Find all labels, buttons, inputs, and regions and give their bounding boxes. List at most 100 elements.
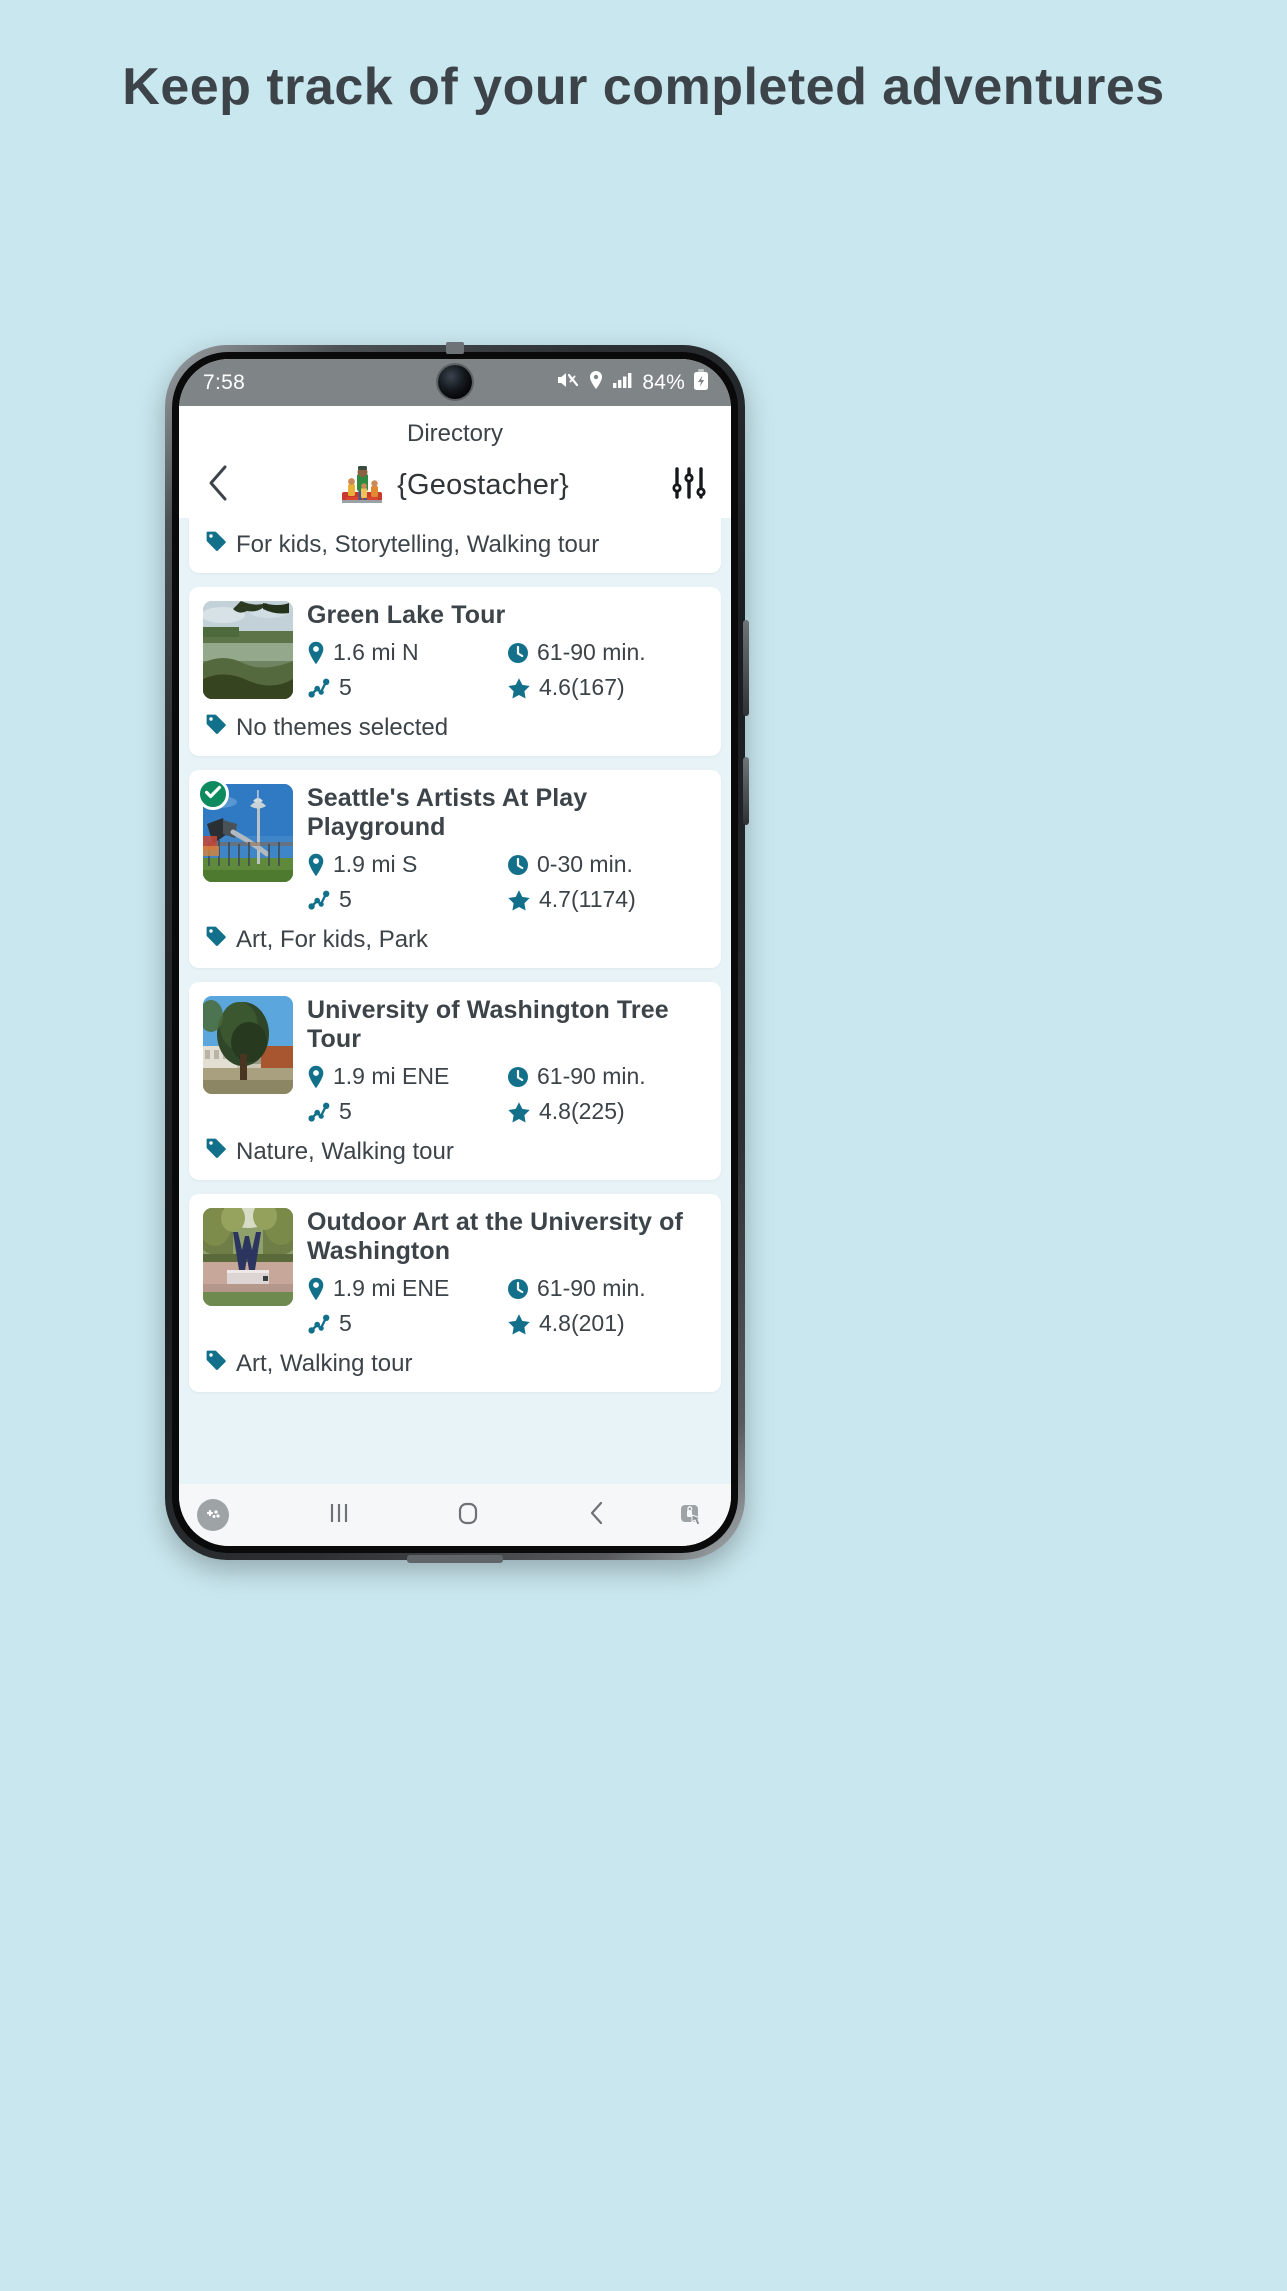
list-item-partial[interactable]: For kids, Storytelling, Walking tour	[189, 518, 721, 573]
map-pin-icon	[307, 853, 325, 877]
table-row[interactable]: Green Lake Tour 1.6 mi N 61-90 min. 5 4.…	[189, 587, 721, 756]
duration-text: 61-90 min.	[537, 1275, 646, 1301]
themes-text: For kids, Storytelling, Walking tour	[236, 530, 600, 558]
page-root: Keep track of your completed adventures …	[0, 0, 1287, 2291]
stops-text: 5	[339, 1098, 352, 1124]
app-title: {Geostacher}	[397, 468, 569, 501]
stops-meta: 5	[307, 1310, 507, 1337]
table-row[interactable]: Outdoor Art at the University of Washing…	[189, 1194, 721, 1392]
thumbnail-wrap	[197, 778, 293, 913]
location-icon	[588, 370, 604, 395]
recents-icon[interactable]	[322, 1496, 356, 1535]
tag-icon	[205, 925, 227, 954]
thumbnail-wrap	[203, 601, 293, 701]
star-icon	[507, 677, 531, 699]
status-icons: 84%	[556, 369, 709, 396]
thumbnail-wrap	[203, 996, 293, 1125]
themes-text: Art, Walking tour	[236, 1349, 413, 1377]
distance-text: 1.6 mi N	[333, 639, 419, 665]
list-item-title: University of Washington Tree Tour	[307, 996, 669, 1053]
rating-text: 4.7(1174)	[539, 886, 636, 912]
green-lake-photo	[203, 601, 293, 699]
table-row[interactable]: University of Washington Tree Tour 1.9 m…	[189, 982, 721, 1180]
duration-text: 61-90 min.	[537, 1063, 646, 1089]
map-pin-icon	[307, 1277, 325, 1301]
app-identity: {Geostacher}	[241, 464, 667, 506]
mute-icon	[556, 370, 580, 395]
distance-meta: 1.9 mi S	[307, 851, 507, 878]
rating-meta: 4.8(225)	[507, 1098, 707, 1125]
rating-meta: 4.7(1174)	[507, 886, 707, 913]
list-item-body: University of Washington Tree Tour 1.9 m…	[189, 982, 721, 1125]
completed-badge	[197, 778, 229, 810]
clock-icon	[507, 854, 529, 876]
list-item-main: University of Washington Tree Tour 1.9 m…	[307, 996, 707, 1125]
meta-grid: 1.9 mi ENE 61-90 min. 5	[307, 1275, 707, 1337]
rating-text: 4.6(167)	[539, 674, 625, 700]
distance-text: 1.9 mi S	[333, 851, 418, 877]
duration-meta: 61-90 min.	[507, 639, 707, 666]
star-icon	[507, 1101, 531, 1123]
touch-lock-icon[interactable]	[675, 1499, 709, 1533]
themes-text: Art, For kids, Park	[236, 925, 429, 953]
back-button[interactable]	[195, 464, 241, 507]
geostacher-logo-icon	[339, 464, 385, 506]
route-icon	[307, 1101, 331, 1123]
meta-grid: 1.9 mi S 0-30 min. 5 4.7(1174)	[307, 851, 707, 913]
app-bar: Directory {Geostacher}	[179, 406, 731, 518]
list-item-body: Seattle's Artists At Play Playground 1.9…	[189, 770, 721, 913]
map-pin-icon	[307, 1065, 325, 1089]
rating-text: 4.8(201)	[539, 1310, 625, 1336]
sliders-icon	[669, 463, 709, 508]
route-icon	[307, 889, 331, 911]
app-bar-row: {Geostacher}	[179, 452, 731, 518]
table-row[interactable]: Seattle's Artists At Play Playground 1.9…	[189, 770, 721, 968]
route-icon	[307, 677, 331, 699]
filter-button[interactable]	[667, 463, 711, 508]
screen-label: Directory	[406, 420, 503, 447]
power-button[interactable]	[743, 757, 749, 825]
chevron-left-icon	[207, 464, 229, 507]
distance-text: 1.9 mi ENE	[333, 1063, 450, 1089]
themes-row: Art, For kids, Park	[189, 913, 721, 968]
themes-row: Art, Walking tour	[189, 1337, 721, 1392]
meta-grid: 1.6 mi N 61-90 min. 5 4.6(167)	[307, 639, 707, 701]
list-item-body: Outdoor Art at the University of Washing…	[189, 1194, 721, 1337]
rating-meta: 4.6(167)	[507, 674, 707, 701]
themes-row: Nature, Walking tour	[189, 1125, 721, 1180]
tag-icon	[205, 1137, 227, 1166]
route-icon	[307, 1313, 331, 1335]
distance-meta: 1.9 mi ENE	[307, 1275, 507, 1302]
game-booster-icon[interactable]	[197, 1499, 229, 1531]
tour-list[interactable]: For kids, Storytelling, Walking tour Gre…	[179, 518, 731, 1484]
back-icon[interactable]	[580, 1496, 614, 1535]
distance-text: 1.9 mi ENE	[333, 1275, 450, 1301]
rating-text: 4.8(225)	[539, 1098, 625, 1124]
meta-grid: 1.9 mi ENE 61-90 min. 5	[307, 1063, 707, 1125]
star-icon	[507, 1313, 531, 1335]
check-icon	[203, 782, 223, 807]
duration-text: 0-30 min.	[537, 851, 633, 877]
stops-meta: 5	[307, 674, 507, 701]
distance-meta: 1.6 mi N	[307, 639, 507, 666]
phone-frame: 7:58 84% Directory {Geostacher} For kids…	[165, 342, 749, 1563]
nav-items	[179, 1496, 731, 1535]
status-time: 7:58	[203, 370, 246, 394]
list-item-title: Outdoor Art at the University of Washing…	[307, 1208, 683, 1265]
star-icon	[507, 889, 531, 911]
campus-tree-photo	[203, 996, 293, 1094]
stops-text: 5	[339, 1310, 352, 1336]
themes-text: No themes selected	[236, 713, 449, 741]
tag-icon	[205, 530, 227, 559]
battery-percent: 84%	[642, 370, 685, 394]
volume-button[interactable]	[743, 620, 749, 716]
phone-bezel: 7:58 84% Directory {Geostacher} For kids…	[172, 352, 738, 1553]
list-item-main: Green Lake Tour 1.6 mi N 61-90 min. 5 4.…	[307, 601, 707, 701]
android-nav-bar	[179, 1484, 731, 1546]
map-pin-icon	[307, 641, 325, 665]
battery-charging-icon	[693, 369, 709, 396]
home-icon[interactable]	[451, 1496, 485, 1535]
themes-row: No themes selected	[189, 701, 721, 756]
status-bar: 7:58 84%	[179, 359, 731, 406]
stops-text: 5	[339, 886, 352, 912]
